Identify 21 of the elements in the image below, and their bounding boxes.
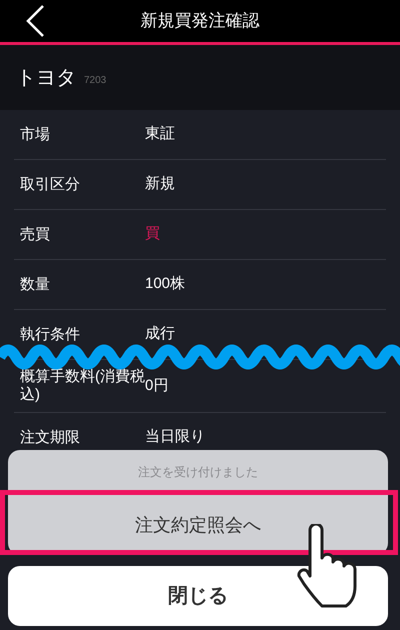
- back-icon: [25, 4, 45, 38]
- field-label: 概算手数料(消費税込): [20, 368, 145, 404]
- field-value: 当日限り: [145, 427, 205, 448]
- sheet-message: 注文を受け付けました: [8, 450, 388, 495]
- field-label: 注文期限: [20, 428, 81, 446]
- stock-code: 7203: [84, 74, 106, 88]
- field-value: 成行: [145, 324, 175, 344]
- field-value: 0円: [145, 376, 168, 396]
- field-label: 市場: [20, 126, 51, 144]
- stock-name: トヨタ: [16, 66, 76, 90]
- close-button[interactable]: 閉じる: [8, 566, 388, 626]
- field-value: 東証: [145, 124, 175, 144]
- hand-pointer-icon: [296, 524, 358, 608]
- field-label: 売買: [20, 226, 51, 244]
- field-label: 執行条件: [20, 326, 81, 344]
- field-value: 買: [145, 224, 160, 244]
- screen-title: 新規買発注確認: [140, 10, 260, 32]
- field-label: 取引区分: [20, 176, 81, 194]
- field-label: 数量: [20, 276, 51, 294]
- field-value: 新規: [145, 174, 175, 194]
- field-value: 100株: [145, 274, 186, 294]
